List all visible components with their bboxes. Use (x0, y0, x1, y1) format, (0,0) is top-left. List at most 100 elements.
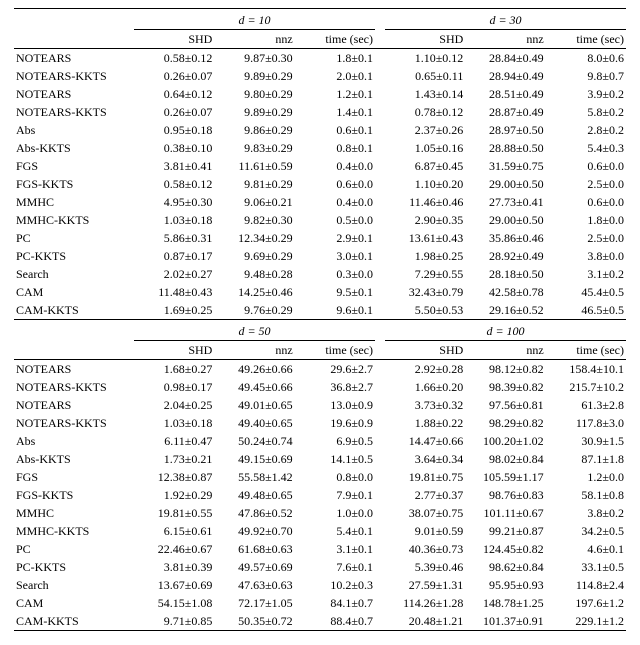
cell-time: 0.6±0.0 (546, 193, 626, 211)
cell-time: 45.4±0.5 (546, 283, 626, 301)
cell-nnz: 49.57±0.69 (214, 558, 294, 576)
cell-nnz: 28.84±0.49 (465, 49, 545, 68)
cell-time: 3.1±0.1 (295, 540, 375, 558)
table-row: NOTEARS2.04±0.2549.01±0.6513.0±0.93.73±0… (14, 396, 626, 414)
cell-nnz: 98.02±0.84 (465, 450, 545, 468)
cell-shd: 0.65±0.11 (385, 67, 465, 85)
method-label: NOTEARS (14, 49, 134, 68)
col-group-d50: d = 50 (134, 322, 375, 341)
cell-nnz: 9.48±0.28 (214, 265, 294, 283)
cell-shd: 13.67±0.69 (134, 576, 214, 594)
table-row: Abs-KKTS1.73±0.2149.15±0.6914.1±0.53.64±… (14, 450, 626, 468)
cell-nnz: 9.80±0.29 (214, 85, 294, 103)
col-shd: SHD (134, 341, 214, 360)
table-row: FGS12.38±0.8755.58±1.420.8±0.019.81±0.75… (14, 468, 626, 486)
method-label: NOTEARS-KKTS (14, 414, 134, 432)
cell-time: 8.0±0.6 (546, 49, 626, 68)
cell-shd: 0.26±0.07 (134, 67, 214, 85)
cell-shd: 0.87±0.17 (134, 247, 214, 265)
cell-shd: 20.48±1.21 (385, 612, 465, 631)
method-label: Search (14, 265, 134, 283)
cell-time: 5.4±0.1 (295, 522, 375, 540)
table-row: NOTEARS-KKTS0.26±0.079.89±0.291.4±0.10.7… (14, 103, 626, 121)
cell-time: 46.5±0.5 (546, 301, 626, 320)
cell-time: 3.8±0.0 (546, 247, 626, 265)
cell-nnz: 55.58±1.42 (214, 468, 294, 486)
cell-time: 29.6±2.7 (295, 360, 375, 379)
cell-time: 14.1±0.5 (295, 450, 375, 468)
cell-shd: 6.11±0.47 (134, 432, 214, 450)
table-row: FGS-KKTS1.92±0.2949.48±0.657.9±0.12.77±0… (14, 486, 626, 504)
cell-time: 7.6±0.1 (295, 558, 375, 576)
cell-shd: 12.38±0.87 (134, 468, 214, 486)
cell-nnz: 49.92±0.70 (214, 522, 294, 540)
method-label: Abs-KKTS (14, 450, 134, 468)
cell-shd: 0.78±0.12 (385, 103, 465, 121)
table-row: CAM-KKTS9.71±0.8550.35±0.7288.4±0.720.48… (14, 612, 626, 631)
method-label: CAM-KKTS (14, 612, 134, 631)
col-shd: SHD (134, 30, 214, 49)
cell-nnz: 9.86±0.29 (214, 121, 294, 139)
method-label: Abs-KKTS (14, 139, 134, 157)
method-label: MMHC-KKTS (14, 522, 134, 540)
cell-time: 9.5±0.1 (295, 283, 375, 301)
method-label: CAM (14, 283, 134, 301)
cell-shd: 114.26±1.28 (385, 594, 465, 612)
cell-shd: 3.81±0.41 (134, 157, 214, 175)
table-row: PC-KKTS3.81±0.3949.57±0.697.6±0.15.39±0.… (14, 558, 626, 576)
cell-time: 114.8±2.4 (546, 576, 626, 594)
col-group-d30: d = 30 (385, 11, 626, 30)
cell-time: 1.2±0.0 (546, 468, 626, 486)
cell-time: 229.1±1.2 (546, 612, 626, 631)
cell-nnz: 47.63±0.63 (214, 576, 294, 594)
cell-time: 2.8±0.2 (546, 121, 626, 139)
method-label: NOTEARS (14, 85, 134, 103)
table-row: NOTEARS-KKTS0.26±0.079.89±0.292.0±0.10.6… (14, 67, 626, 85)
method-label: Abs (14, 432, 134, 450)
cell-shd: 6.87±0.45 (385, 157, 465, 175)
cell-nnz: 28.18±0.50 (465, 265, 545, 283)
cell-nnz: 9.06±0.21 (214, 193, 294, 211)
cell-nnz: 47.86±0.52 (214, 504, 294, 522)
cell-time: 0.6±0.1 (295, 121, 375, 139)
table-row: Abs6.11±0.4750.24±0.746.9±0.514.47±0.661… (14, 432, 626, 450)
table-row: NOTEARS1.68±0.2749.26±0.6629.6±2.72.92±0… (14, 360, 626, 379)
cell-time: 0.4±0.0 (295, 157, 375, 175)
cell-nnz: 101.11±0.67 (465, 504, 545, 522)
cell-nnz: 100.20±1.02 (465, 432, 545, 450)
cell-shd: 3.64±0.34 (385, 450, 465, 468)
cell-shd: 0.26±0.07 (134, 103, 214, 121)
cell-shd: 7.29±0.55 (385, 265, 465, 283)
cell-time: 0.8±0.0 (295, 468, 375, 486)
cell-time: 0.6±0.0 (546, 157, 626, 175)
col-nnz: nnz (214, 30, 294, 49)
cell-time: 19.6±0.9 (295, 414, 375, 432)
cell-shd: 1.66±0.20 (385, 378, 465, 396)
cell-time: 215.7±10.2 (546, 378, 626, 396)
cell-nnz: 28.92±0.49 (465, 247, 545, 265)
results-table: d = 10 d = 30 SHD nnz time (sec) SHD nnz… (14, 8, 626, 631)
cell-time: 0.5±0.0 (295, 211, 375, 229)
method-label: NOTEARS-KKTS (14, 67, 134, 85)
cell-nnz: 28.51±0.49 (465, 85, 545, 103)
cell-time: 3.0±0.1 (295, 247, 375, 265)
cell-nnz: 9.83±0.29 (214, 139, 294, 157)
cell-nnz: 50.24±0.74 (214, 432, 294, 450)
cell-shd: 11.46±0.46 (385, 193, 465, 211)
cell-shd: 0.98±0.17 (134, 378, 214, 396)
group-header-row-2: d = 50 d = 100 (14, 322, 626, 341)
method-label: CAM-KKTS (14, 301, 134, 320)
cell-shd: 32.43±0.79 (385, 283, 465, 301)
table-row: CAM-KKTS1.69±0.259.76±0.299.6±0.15.50±0.… (14, 301, 626, 320)
cell-time: 117.8±3.0 (546, 414, 626, 432)
cell-time: 4.6±0.1 (546, 540, 626, 558)
cell-nnz: 42.58±0.78 (465, 283, 545, 301)
cell-shd: 2.90±0.35 (385, 211, 465, 229)
cell-time: 61.3±2.8 (546, 396, 626, 414)
table-row: FGS-KKTS0.58±0.129.81±0.290.6±0.01.10±0.… (14, 175, 626, 193)
cell-time: 0.4±0.0 (295, 193, 375, 211)
cell-shd: 9.71±0.85 (134, 612, 214, 631)
cell-nnz: 9.82±0.30 (214, 211, 294, 229)
table-row: PC22.46±0.6761.68±0.633.1±0.140.36±0.731… (14, 540, 626, 558)
cell-nnz: 49.26±0.66 (214, 360, 294, 379)
